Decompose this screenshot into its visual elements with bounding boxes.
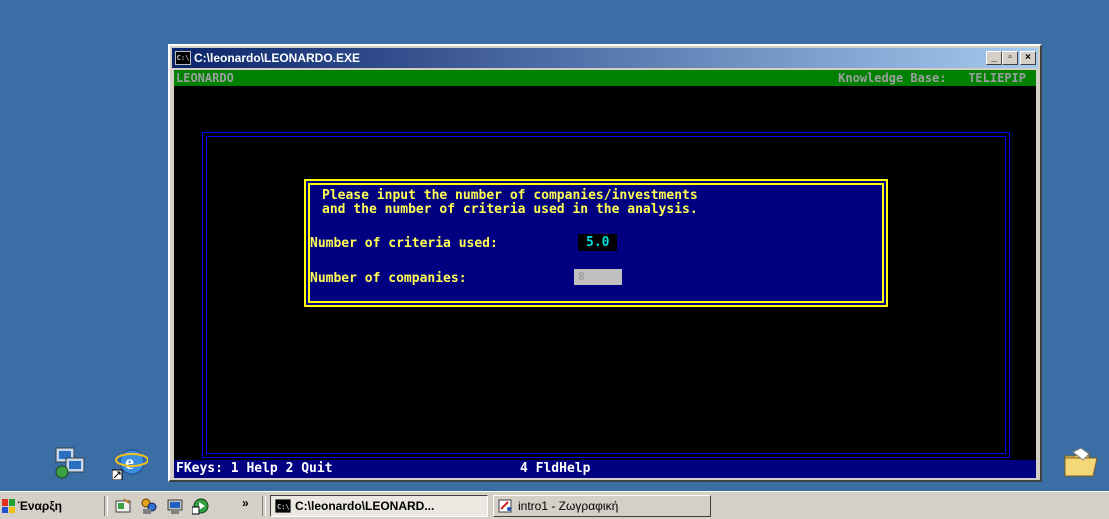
close-button[interactable]: ×	[1020, 51, 1036, 65]
input-dialog: Please input the number of companies/inv…	[304, 179, 888, 307]
start-button[interactable]: Έναρξη	[2, 495, 62, 517]
paint-task-icon	[498, 499, 512, 513]
taskbar-button-leonardo[interactable]: C:\ C:\leonardo\LEONARD...	[270, 495, 488, 517]
console-app-icon[interactable]: C:\	[175, 51, 191, 65]
task-label: C:\leonardo\LEONARD...	[295, 499, 435, 513]
maximize-button[interactable]: ▫	[1002, 51, 1018, 65]
app-name: LEONARDO	[176, 71, 234, 85]
prompt-line-1: Please input the number of companies/inv…	[322, 188, 698, 203]
minimize-button[interactable]: _	[986, 51, 1002, 65]
knowledge-base-value: TELIEPIP	[968, 71, 1026, 85]
companies-field[interactable]: 8	[574, 269, 622, 285]
computer-quicklaunch-icon[interactable]	[166, 497, 184, 515]
knowledge-base-indicator: Knowledge Base: TELIEPIP	[838, 70, 1026, 86]
folder-desktop-icon[interactable]	[1063, 446, 1099, 482]
console-task-icon: C:\	[275, 499, 291, 513]
taskbar-separator	[104, 496, 108, 516]
svg-text:C:\: C:\	[277, 503, 290, 511]
console-window: C:\ C:\leonardo\LEONARDO.EXE _ ▫ × LEONA…	[168, 44, 1042, 482]
window-title: C:\leonardo\LEONARDO.EXE	[194, 51, 361, 65]
taskbar-button-paint[interactable]: intro1 - Ζωγραφική	[493, 495, 711, 517]
quicklaunch-chevron[interactable]: »	[242, 496, 249, 510]
criteria-field[interactable]: 5.0	[578, 234, 618, 251]
network-computer-desktop-icon[interactable]	[52, 444, 88, 480]
internet-explorer-desktop-icon[interactable]: e	[111, 444, 149, 481]
prompt-line-2: and the number of criteria used in the a…	[322, 202, 698, 217]
network-quicklaunch-icon[interactable]	[140, 497, 158, 515]
dialog-prompt: Please input the number of companies/inv…	[322, 189, 698, 217]
window-titlebar[interactable]: C:\ C:\leonardo\LEONARDO.EXE _ ▫ ×	[172, 48, 1038, 68]
status-bar: LEONARDO Knowledge Base: TELIEPIP	[174, 70, 1036, 86]
fkeys-help-quit[interactable]: FKeys: 1 Help 2 Quit	[176, 460, 333, 478]
show-desktop-icon[interactable]	[114, 497, 132, 515]
companies-label: Number of companies:	[310, 271, 467, 286]
console-screen[interactable]: LEONARDO Knowledge Base: TELIEPIP Please…	[174, 70, 1036, 478]
windows-logo-icon	[2, 499, 15, 513]
start-label: Έναρξη	[17, 499, 62, 513]
taskbar-separator	[262, 496, 266, 516]
knowledge-base-label: Knowledge Base:	[838, 71, 947, 85]
taskbar: Έναρξη » C:\ C:\leonardo\LEONARD... intr…	[0, 491, 1109, 519]
media-player-quicklaunch-icon[interactable]	[192, 497, 210, 515]
fkeys-fldhelp[interactable]: 4 FldHelp	[520, 460, 590, 478]
function-key-bar: FKeys: 1 Help 2 Quit 4 FldHelp	[174, 460, 1036, 478]
task-label: intro1 - Ζωγραφική	[518, 499, 619, 513]
criteria-label: Number of criteria used:	[310, 236, 498, 251]
